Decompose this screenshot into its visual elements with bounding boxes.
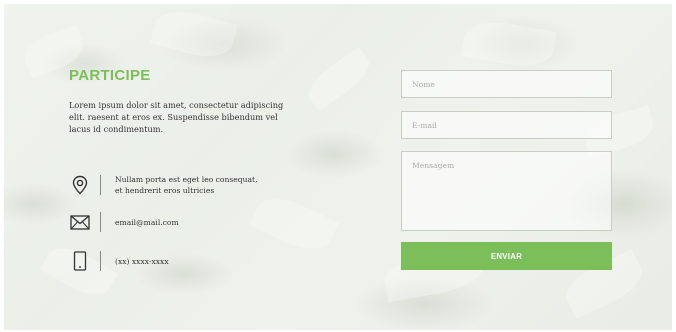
- envelope-icon: [69, 211, 91, 233]
- contact-email: email@mail.com: [69, 211, 179, 233]
- email-input[interactable]: E-mail: [401, 111, 612, 139]
- name-input[interactable]: Nome: [401, 70, 612, 98]
- message-textarea[interactable]: Mensagem: [401, 151, 612, 231]
- location-pin-icon: [69, 174, 91, 196]
- address-line-1: Nullam porta est eget leo consequat,: [115, 175, 258, 184]
- contact-email-text[interactable]: email@mail.com: [115, 217, 179, 228]
- submit-button[interactable]: ENVIAR: [401, 242, 612, 270]
- contact-phone-text[interactable]: (xx) xxxx-xxxx: [115, 256, 169, 267]
- address-line-2: et hendrerit eros ultricies: [115, 186, 215, 195]
- contact-address: Nullam porta est eget leo consequat, et …: [69, 174, 258, 196]
- divider: [100, 251, 101, 271]
- divider: [100, 212, 101, 232]
- mobile-phone-icon: [69, 250, 91, 272]
- divider: [100, 175, 101, 195]
- contact-phone: (xx) xxxx-xxxx: [69, 250, 169, 272]
- contact-section: PARTICIPE Lorem ipsum dolor sit amet, co…: [0, 0, 676, 332]
- section-title: PARTICIPE: [69, 67, 151, 84]
- section-description: Lorem ipsum dolor sit amet, consectetur …: [69, 100, 284, 134]
- contact-address-text: Nullam porta est eget leo consequat, et …: [115, 174, 258, 196]
